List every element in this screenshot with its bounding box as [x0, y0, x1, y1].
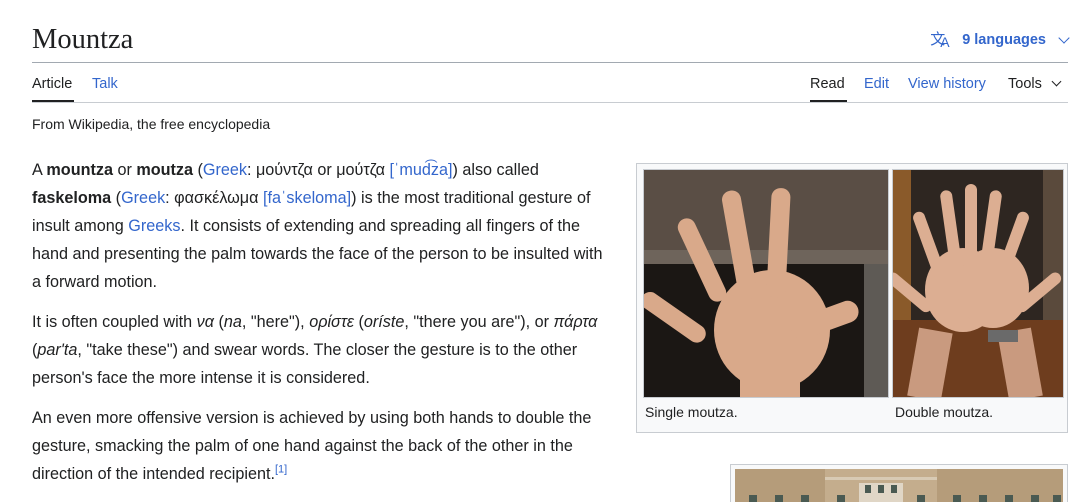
- figure-moutza: Single moutza. Double moutza.: [636, 163, 1068, 433]
- tab-read[interactable]: Read: [810, 76, 845, 92]
- translate-icon: 文A: [930, 31, 950, 50]
- chevron-down-icon: [1051, 76, 1062, 87]
- text: , "take these") and swear words. The clo…: [32, 341, 578, 387]
- figure-parliament: [730, 464, 1068, 502]
- tab-edit[interactable]: Edit: [864, 76, 889, 92]
- title-row: Mountza 文A 9 languages: [32, 18, 1072, 62]
- link-greek-language[interactable]: Greek: [121, 189, 165, 207]
- paragraph-coupled: It is often coupled with να (na, "here")…: [32, 308, 616, 392]
- tabs-divider: [32, 102, 1068, 103]
- term-faskeloma: faskeloma: [32, 189, 112, 207]
- article-body: A mountza or moutza (Greek: μούντζα or μ…: [32, 156, 616, 500]
- text: (: [354, 313, 364, 331]
- term-mountza: mountza: [46, 161, 113, 179]
- transliteration: na: [223, 313, 242, 331]
- text: (: [193, 161, 203, 179]
- page-title: Mountza: [32, 24, 134, 55]
- image-single-moutza[interactable]: [643, 169, 889, 398]
- text: , "there you are"), or: [404, 313, 554, 331]
- text: ) also called: [452, 161, 539, 179]
- greek-word: να: [196, 313, 214, 331]
- transliteration: oríste: [363, 313, 405, 331]
- greek-word: πάρτα: [553, 313, 598, 331]
- tab-view-history[interactable]: View history: [908, 76, 986, 92]
- caption-single-moutza: Single moutza.: [645, 404, 738, 420]
- reference-link[interactable]: [1]: [275, 464, 287, 476]
- text: It is often coupled with: [32, 313, 197, 331]
- caption-double-moutza: Double moutza.: [895, 404, 994, 420]
- site-tagline: From Wikipedia, the free encyclopedia: [32, 116, 271, 132]
- image-double-moutza[interactable]: [892, 169, 1064, 398]
- paragraph-intro: A mountza or moutza (Greek: μούντζα or μ…: [32, 156, 616, 296]
- tab-article[interactable]: Article: [32, 76, 72, 92]
- term-moutza: moutza: [136, 161, 193, 179]
- chevron-down-icon: [1058, 31, 1070, 44]
- link-ipa-faskeloma[interactable]: [faˈskeloma]: [263, 189, 351, 207]
- page-tabs: Article Talk Read Edit View history Tool…: [32, 63, 1068, 103]
- tab-talk[interactable]: Talk: [92, 76, 118, 92]
- text: : φασκέλωμα: [165, 189, 263, 207]
- greek-word: ορίστε: [309, 313, 354, 331]
- text: (: [111, 189, 122, 207]
- link-greek-language[interactable]: Greek: [203, 161, 247, 179]
- text: (: [214, 313, 224, 331]
- languages-label: 9 languages: [962, 32, 1046, 48]
- link-ipa-mountza[interactable]: [ˈmud͡za]: [389, 161, 452, 179]
- transliteration: par'ta: [37, 341, 78, 359]
- link-greeks[interactable]: Greeks: [128, 217, 180, 235]
- text: : μούντζα or μούτζα: [246, 161, 390, 179]
- tools-label: Tools: [1008, 76, 1042, 92]
- text: or: [112, 161, 137, 179]
- languages-button[interactable]: 文A 9 languages: [930, 30, 1070, 50]
- paragraph-double: An even more offensive version is achiev…: [32, 404, 616, 488]
- tools-menu-button[interactable]: Tools: [1008, 76, 1062, 92]
- text: , "here"),: [241, 313, 310, 331]
- image-parliament-building[interactable]: [735, 469, 1063, 502]
- text: A: [32, 161, 47, 179]
- text: An even more offensive version is achiev…: [32, 409, 592, 483]
